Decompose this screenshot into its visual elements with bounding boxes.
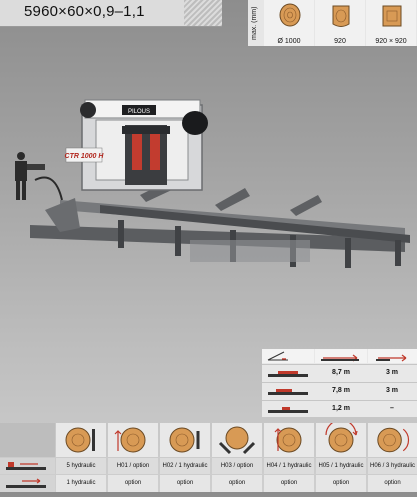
spec-header-cell — [368, 349, 417, 363]
section-icon — [268, 407, 308, 413]
option-hydraulic-value: H02 / 1 hydraulic — [160, 458, 210, 474]
log-size-value: 920 × 920 — [375, 38, 407, 45]
hydraulics-options-grid: 5 hydraulic 1 hydraulic H01 / option opt… — [0, 423, 417, 492]
log-size-panel: max. (mm) Ø 1000 920 920 × 920 — [248, 0, 417, 46]
log-lift-icon — [108, 423, 158, 457]
option-column: H06 / 3 hydraulic option — [367, 423, 417, 492]
option-hydraulic-value: 5 hydraulic — [56, 458, 106, 474]
spec-header-cell — [262, 349, 314, 363]
machine-model: CTR 1000 H — [65, 153, 105, 160]
log-turn-icon — [264, 423, 314, 457]
angle-icon — [267, 351, 288, 361]
spec-length-value: 7,8 m — [332, 387, 350, 394]
option-value: option — [160, 475, 210, 492]
page-title: 5960×60×0,9–1,1 — [24, 3, 145, 20]
extension-arrow-icon — [376, 354, 407, 362]
option-value: 1 hydraulic — [56, 475, 106, 492]
section-icon — [268, 389, 308, 395]
option-value: option — [368, 475, 417, 492]
max-size-label: max. (mm) — [251, 6, 258, 40]
spec-header-cell — [315, 349, 367, 363]
round-log-icon — [279, 3, 301, 27]
length-spec-table: 8,7 m 3 m 7,8 m 3 m 1,2 m – — [262, 349, 417, 417]
log-grip-icon — [368, 423, 417, 457]
option-row-icon — [6, 478, 46, 488]
option-hydraulic-value: H04 / 1 hydraulic — [264, 458, 314, 474]
log-size-slab: 920 — [315, 0, 365, 46]
option-hydraulic-value: H05 / 1 hydraulic — [316, 458, 366, 474]
option-column: 5 hydraulic 1 hydraulic — [55, 423, 107, 492]
option-value: option — [108, 475, 158, 492]
options-corner — [0, 423, 55, 457]
option-column: H02 / 1 hydraulic option — [159, 423, 211, 492]
option-column: H03 / option option — [211, 423, 263, 492]
spec-extension-value: 3 m — [385, 387, 399, 394]
spec-row: 1,2 m – — [262, 400, 417, 418]
row-label-option — [0, 475, 55, 492]
log-size-square: 920 × 920 — [366, 0, 416, 46]
option-column: H05 / 1 hydraulic option — [315, 423, 367, 492]
sawmill-machine-illustration: PILOUS CTR 1000 H — [15, 99, 410, 268]
spec-extension-value: – — [390, 405, 394, 412]
square-log-icon — [382, 5, 402, 27]
log-size-value: 920 — [334, 38, 346, 45]
spec-row: 7,8 m 3 m — [262, 382, 417, 400]
option-hydraulic-value: H06 / 3 hydraulic — [368, 458, 417, 474]
hydraulic-row-icon — [6, 462, 46, 470]
option-column: H04 / 1 hydraulic option — [263, 423, 315, 492]
log-stop-icon — [160, 423, 210, 457]
spec-length-value: 8,7 m — [332, 369, 350, 376]
title-decoration — [184, 0, 222, 26]
log-support-icon — [212, 423, 262, 457]
spec-extension-value: 3 m — [385, 369, 399, 376]
machine-brand: PILOUS — [128, 109, 150, 115]
log-size-value: Ø 1000 — [277, 38, 301, 45]
section-icon — [268, 371, 308, 377]
option-value: option — [212, 475, 262, 492]
length-arrow-icon — [321, 354, 359, 362]
log-clamp-icon — [56, 423, 106, 457]
option-hydraulic-value: H01 / option — [108, 458, 158, 474]
spec-length-value: 1,2 m — [332, 405, 350, 412]
option-value: option — [316, 475, 366, 492]
log-size-round: Ø 1000 — [264, 0, 314, 46]
operator-figure — [15, 152, 45, 200]
option-value: option — [264, 475, 314, 492]
slab-log-icon — [332, 5, 350, 27]
spec-row: 8,7 m 3 m — [262, 364, 417, 382]
option-hydraulic-value: H03 / option — [212, 458, 262, 474]
log-rotate-icon — [316, 423, 366, 457]
title-bar: 5960×60×0,9–1,1 — [0, 0, 222, 27]
option-column: H01 / option option — [107, 423, 159, 492]
row-label-hydraulic — [0, 458, 55, 474]
